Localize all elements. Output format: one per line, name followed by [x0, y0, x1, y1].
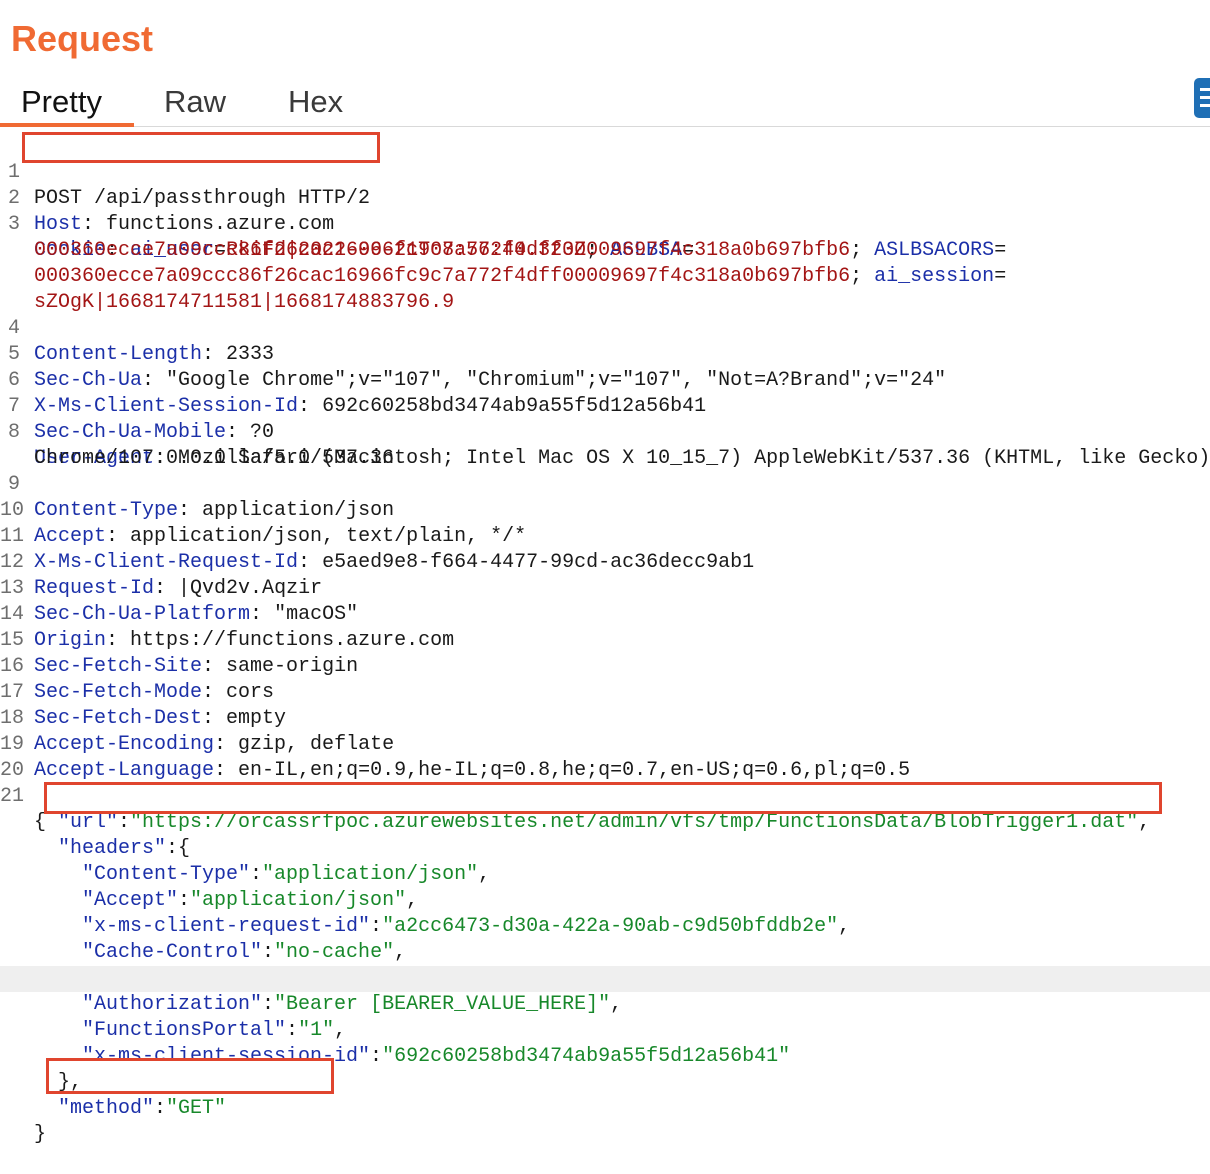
code-line: 5 Sec-Ch-Ua: "Google Chrome";v="107", "C… [0, 316, 1210, 392]
code-line-continuation: "Accept":"application/json", [82, 889, 419, 912]
code-line: 15 Sec-Fetch-Site: same-origin [0, 629, 359, 678]
code-line: 20 [0, 732, 1210, 782]
code-line-continuation: "x-functions-key":"", [0, 940, 1210, 990]
code-line-continuation: "FunctionsPortal":"1", [82, 1019, 347, 1042]
code-line-continuation: sZOgK|1668174711581|1668174883796.9 [0, 264, 1210, 314]
code-line: 19 Accept-Language: en-IL,en;q=0.9,he-IL… [0, 733, 911, 782]
tab-pretty[interactable]: Pretty [21, 80, 102, 124]
code-line: 17 Sec-Fetch-Dest: empty [0, 681, 287, 730]
code-line: 8 User-Agent: Mozilla/5.0 (Macintosh; In… [0, 394, 1210, 470]
panel-title: Request [11, 18, 154, 59]
code-line: 4 Content-Length: 2333 [0, 290, 1210, 366]
code-line: 6 X-Ms-Client-Session-Id: 692c60258bd347… [0, 342, 1210, 418]
code-line: 2 Host: functions.azure.com [0, 160, 1210, 236]
code-line-continuation: "x-ms-client-session-id":"692c60258bd347… [82, 1045, 791, 1068]
code-line: 3 Cookie: ai_user=RkiFd|2022-09-21T08:56… [0, 186, 1210, 262]
view-tabs: Pretty Raw Hex [0, 80, 1210, 128]
tab-hex[interactable]: Hex [288, 80, 343, 124]
highlight-box-request-line [22, 132, 380, 163]
code-line: 18 Accept-Encoding: gzip, deflate [0, 707, 395, 756]
active-tab-indicator [0, 123, 134, 127]
tab-divider [0, 126, 1210, 127]
code-line-continuation: 000360ecce7a09ccc86f26cac16966fc9c7a772f… [34, 239, 1007, 262]
list-icon[interactable] [1194, 78, 1210, 118]
code-line-continuation: 000360ecce7a09ccc86f26cac16966fc9c7a772f… [34, 265, 1007, 288]
json-brace-close: } [34, 1123, 47, 1146]
code-line-continuation: "x-ms-client-request-id":"a2cc6473-d30a-… [82, 915, 851, 938]
code-line-continuation: "Cache-Control":"no-cache", [82, 941, 407, 964]
code-line: 12 Request-Id: |Qvd2v.Aqzir [0, 551, 323, 600]
tab-raw[interactable]: Raw [164, 80, 226, 124]
code-line: 11 X-Ms-Client-Request-Id: e5aed9e8-f664… [0, 525, 755, 574]
code-line: 14 Origin: https://functions.azure.com [0, 603, 455, 652]
highlight-box-url [44, 782, 1162, 814]
code-line: 16 Sec-Fetch-Mode: cors [0, 655, 275, 704]
code-line: 7 Sec-Ch-Ua-Mobile: ?0 [0, 368, 1210, 444]
code-line: 21 { [0, 758, 1210, 834]
request-editor[interactable]: 1 POST /api/passthrough HTTP/2 2 Host: f… [0, 134, 1210, 1146]
highlight-box-method [46, 1058, 334, 1094]
code-line: 9 Content-Type: application/json [0, 446, 1210, 522]
code-line-highlighted: "Authorization":"Bearer [BEARER_VALUE_HE… [0, 966, 1210, 1016]
code-line-continuation: Chrome/107.0.0.0 Safari/537.36 [0, 420, 1210, 470]
code-line-continuation: } [0, 1096, 1210, 1146]
code-line-continuation: "Content-Type":"application/json", [82, 863, 491, 886]
code-line: 10 Accept: application/json, text/plain,… [0, 499, 527, 548]
code-line: 13 Sec-Ch-Ua-Platform: "macOS" [0, 577, 359, 626]
